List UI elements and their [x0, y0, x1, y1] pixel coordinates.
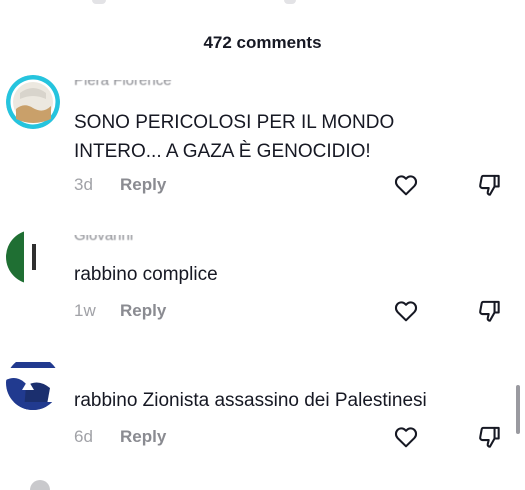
comment-username[interactable]: Piera Florence — [74, 80, 172, 92]
comment-timestamp: 1w — [74, 301, 96, 320]
reply-button[interactable]: Reply — [120, 301, 166, 321]
previous-content-fragment — [0, 0, 525, 8]
thumbs-down-outline-icon[interactable] — [477, 298, 503, 324]
thumbs-down-outline-icon[interactable] — [477, 172, 503, 198]
heart-outline-icon[interactable] — [393, 172, 419, 198]
comment-meta: 1w Reply — [74, 300, 166, 322]
thumbs-down-outline-icon[interactable] — [477, 424, 503, 450]
reply-button[interactable]: Reply — [120, 427, 166, 447]
avatar[interactable] — [6, 230, 60, 284]
comment-text: SONO PERICOLOSI PER IL MONDO INTERO... A… — [74, 112, 395, 162]
avatar[interactable] — [6, 356, 60, 410]
comment-meta: 6d Reply — [74, 426, 166, 448]
reply-button[interactable]: Reply — [120, 175, 166, 195]
avatar-image — [6, 356, 60, 410]
comment-timestamp: 3d — [74, 175, 93, 194]
heart-outline-icon[interactable] — [393, 298, 419, 324]
avatar-image — [6, 230, 60, 284]
scrollbar[interactable] — [516, 385, 520, 434]
avatar-image — [6, 75, 60, 129]
comments-count-title: 472 comments — [203, 33, 322, 52]
comment-text: rabbino complice — [74, 264, 218, 285]
comment-username[interactable]: Giovanni — [74, 235, 133, 247]
next-comment-avatar-stub — [30, 480, 50, 490]
comment-meta: 3d Reply — [74, 174, 166, 196]
avatar[interactable] — [6, 75, 60, 129]
heart-outline-icon[interactable] — [393, 424, 419, 450]
comment-text: rabbino Zionista assassino dei Palestine… — [74, 390, 427, 411]
comment-timestamp: 6d — [74, 427, 93, 446]
